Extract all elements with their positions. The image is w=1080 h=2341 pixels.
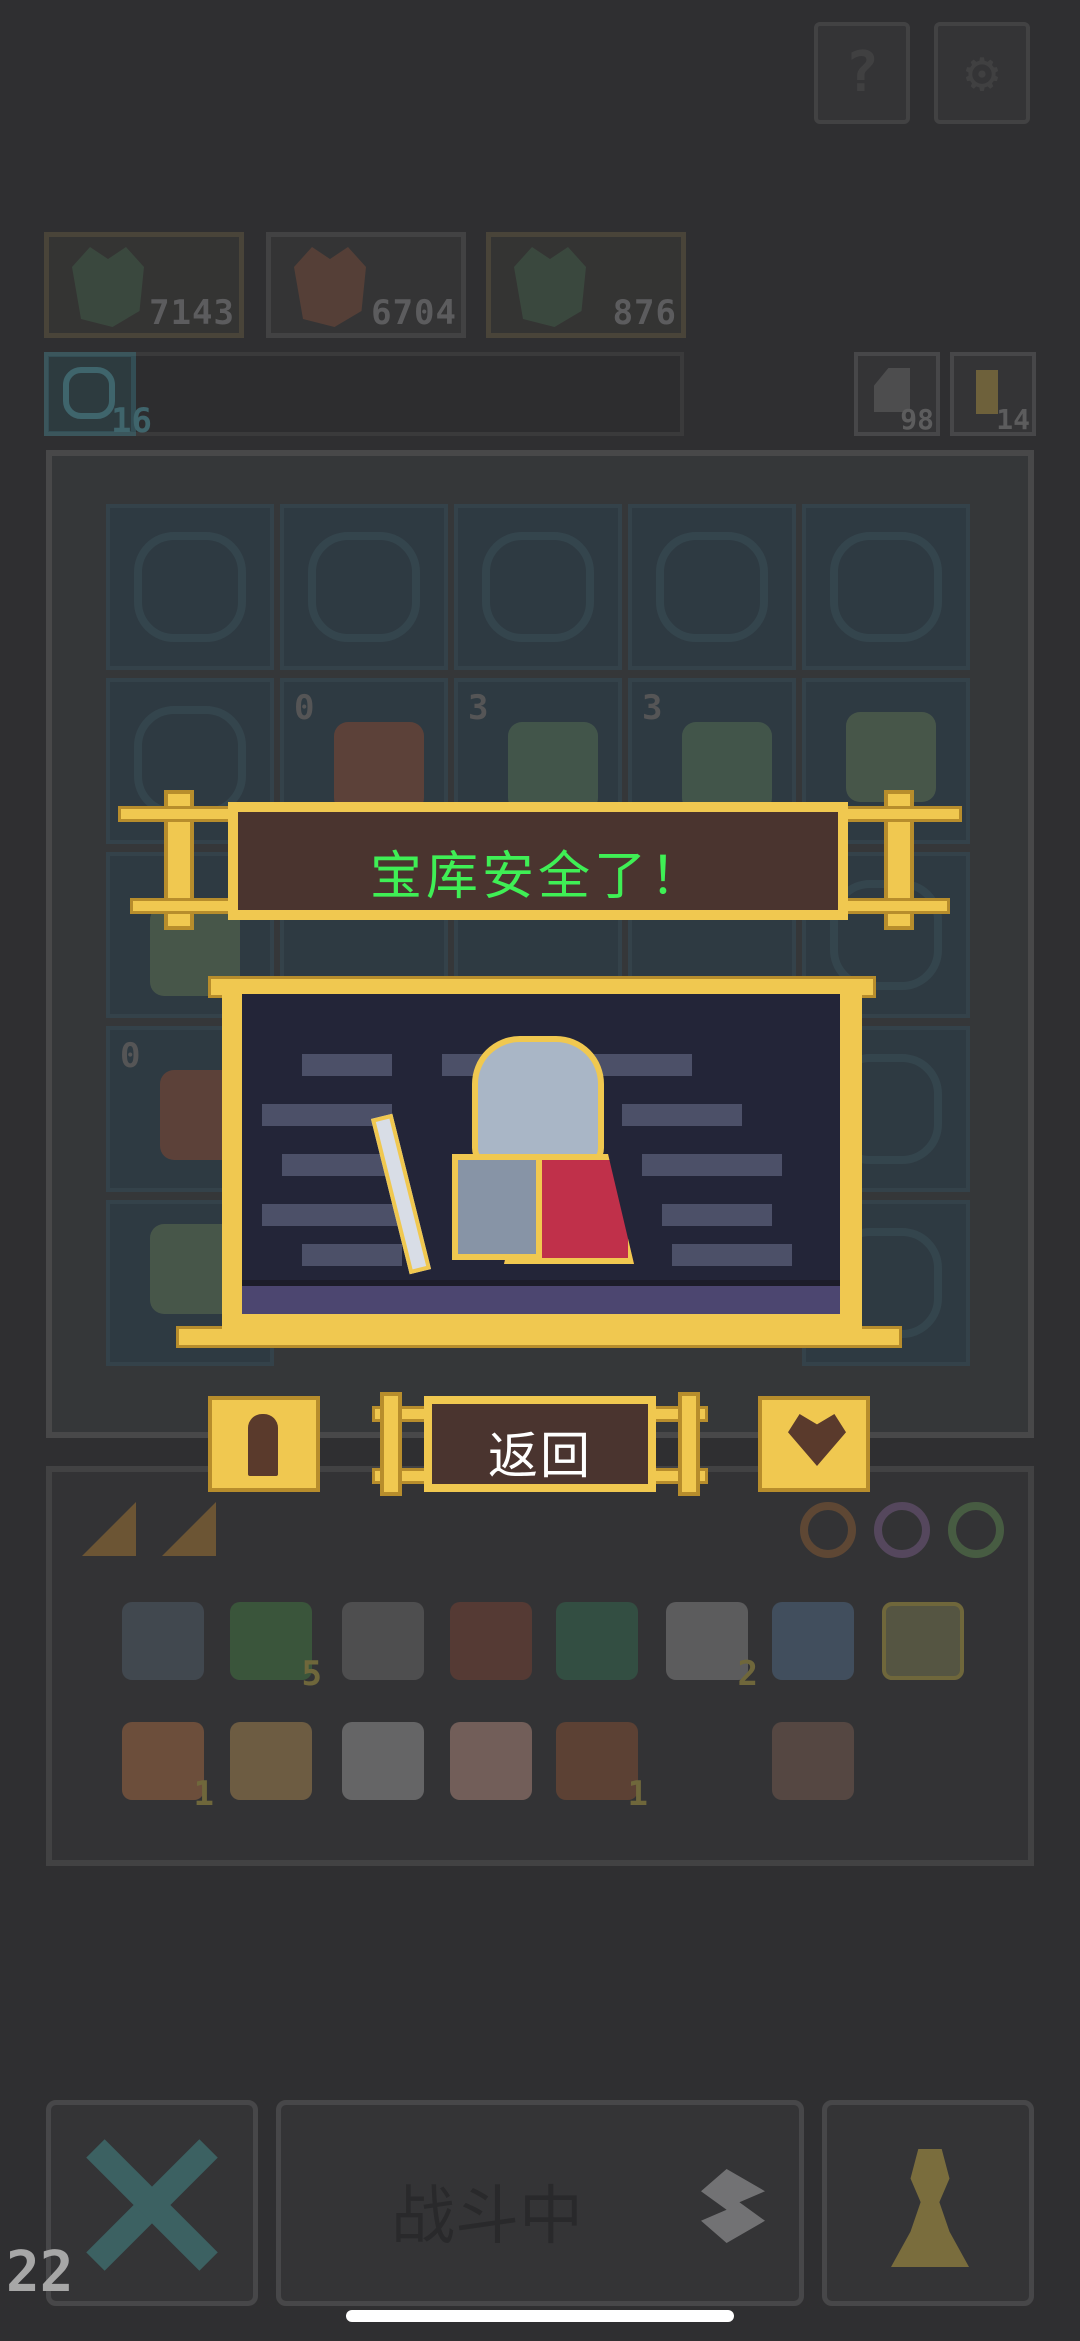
heart-icon xyxy=(788,1414,846,1466)
hero-power: 7143 xyxy=(149,293,235,333)
shield-icon[interactable] xyxy=(122,1602,204,1680)
painting-icon[interactable] xyxy=(772,1602,854,1680)
clover-slot-icon xyxy=(482,532,594,642)
cheese-icon xyxy=(82,1502,136,1556)
unit-level: 3 xyxy=(642,688,663,728)
pawn-icon xyxy=(891,2149,969,2267)
key-count: 14 xyxy=(996,403,1030,436)
hero-card-2[interactable]: 6704 xyxy=(266,232,466,338)
brick xyxy=(642,1154,782,1176)
hero-power: 876 xyxy=(612,293,677,333)
brick xyxy=(662,1204,772,1226)
cheese-icon xyxy=(162,1502,216,1556)
help-icon: ? xyxy=(845,40,879,105)
key-icon xyxy=(976,370,998,414)
ring-icon xyxy=(948,1502,1004,1558)
knight-helmet-icon xyxy=(472,1036,604,1168)
ring-icon xyxy=(874,1502,930,1558)
brick xyxy=(622,1104,742,1126)
hammer-icon[interactable] xyxy=(342,1602,424,1680)
pawn-button[interactable] xyxy=(208,1396,320,1492)
key-counter[interactable]: 14 xyxy=(950,352,1036,436)
board-cell[interactable] xyxy=(802,504,970,670)
board-cell[interactable] xyxy=(106,504,274,670)
goblin-unit-icon xyxy=(846,712,936,802)
altar-icon[interactable] xyxy=(556,1602,638,1680)
tomb-counter[interactable]: 98 xyxy=(854,352,940,436)
dwarf-icon[interactable]: 1 xyxy=(122,1722,214,1814)
heart-button[interactable] xyxy=(758,1396,870,1492)
ring-icon xyxy=(800,1502,856,1558)
item-count: 1 xyxy=(193,1774,214,1814)
brick xyxy=(592,1054,692,1076)
cancel-button[interactable] xyxy=(46,2100,258,2306)
gear-cookie-icon[interactable] xyxy=(230,1722,312,1800)
item-count: 2 xyxy=(737,1654,758,1694)
board-cell[interactable] xyxy=(628,504,796,670)
spiral-icon xyxy=(63,367,115,419)
goblin-portrait-icon xyxy=(514,247,586,327)
fox-unit-icon xyxy=(334,722,424,812)
signpost-icon[interactable] xyxy=(772,1722,854,1800)
bandit-unit-icon xyxy=(508,722,598,812)
axe-icon[interactable] xyxy=(882,1602,964,1680)
pawn-icon xyxy=(248,1414,278,1476)
clover-slot-icon xyxy=(830,532,942,642)
fox-portrait-icon xyxy=(294,247,366,327)
monk-icon[interactable]: 1 xyxy=(556,1722,648,1814)
brick xyxy=(302,1244,402,1266)
knight-scene xyxy=(242,994,840,1314)
settings-button[interactable]: ⚙ xyxy=(934,22,1030,124)
help-button[interactable]: ? xyxy=(814,22,910,124)
gear-icon: ⚙ xyxy=(965,40,999,105)
result-banner: 宝库安全了！ xyxy=(228,802,848,920)
tomb-count: 98 xyxy=(900,403,934,436)
cloud-icon[interactable]: 2 xyxy=(666,1602,758,1694)
inventory-panel: 5 2 1 1 xyxy=(46,1466,1034,1866)
hero-card-3[interactable]: 876 xyxy=(486,232,686,338)
chest-icon[interactable] xyxy=(450,1602,532,1680)
frame-counter: 22 xyxy=(6,2240,74,2305)
gem-badge: 16 xyxy=(44,352,152,441)
emerald-icon[interactable]: 5 xyxy=(230,1602,322,1694)
knight-armor-icon xyxy=(452,1154,542,1260)
board-cell[interactable] xyxy=(280,504,448,670)
return-post-left xyxy=(380,1392,402,1496)
crossed-swords-icon xyxy=(81,2135,221,2275)
board-cell[interactable] xyxy=(454,504,622,670)
result-title: 宝库安全了！ xyxy=(369,847,706,907)
goblin-portrait-icon xyxy=(72,247,144,327)
hand-icon[interactable] xyxy=(450,1722,532,1800)
brick xyxy=(262,1204,402,1226)
home-indicator[interactable] xyxy=(346,2310,734,2322)
hourglass-icon xyxy=(701,2169,765,2243)
unit-level: 0 xyxy=(120,1036,141,1076)
brick xyxy=(302,1054,392,1076)
clover-slot-icon xyxy=(308,532,420,642)
return-post-right xyxy=(678,1392,700,1496)
scene-floor xyxy=(242,1280,840,1314)
item-count: 5 xyxy=(301,1654,322,1694)
gem-count: 16 xyxy=(111,401,152,441)
battle-label: 战斗中 xyxy=(391,2180,583,2254)
return-label: 返回 xyxy=(488,1427,592,1485)
clover-slot-icon xyxy=(134,532,246,642)
hero-card-1[interactable]: 7143 xyxy=(44,232,244,338)
hero-power: 6704 xyxy=(371,293,457,333)
pawn-menu-button[interactable] xyxy=(822,2100,1034,2306)
return-button[interactable]: 返回 xyxy=(424,1396,656,1492)
clover-slot-icon xyxy=(656,532,768,642)
unit-level: 3 xyxy=(468,688,489,728)
brick xyxy=(672,1244,792,1266)
unit-level: 0 xyxy=(294,688,315,728)
crystal-icon[interactable] xyxy=(342,1722,424,1800)
brick xyxy=(282,1154,392,1176)
battle-status-button[interactable]: 战斗中 xyxy=(276,2100,804,2306)
bandit-unit-icon xyxy=(682,722,772,812)
item-count: 1 xyxy=(627,1774,648,1814)
